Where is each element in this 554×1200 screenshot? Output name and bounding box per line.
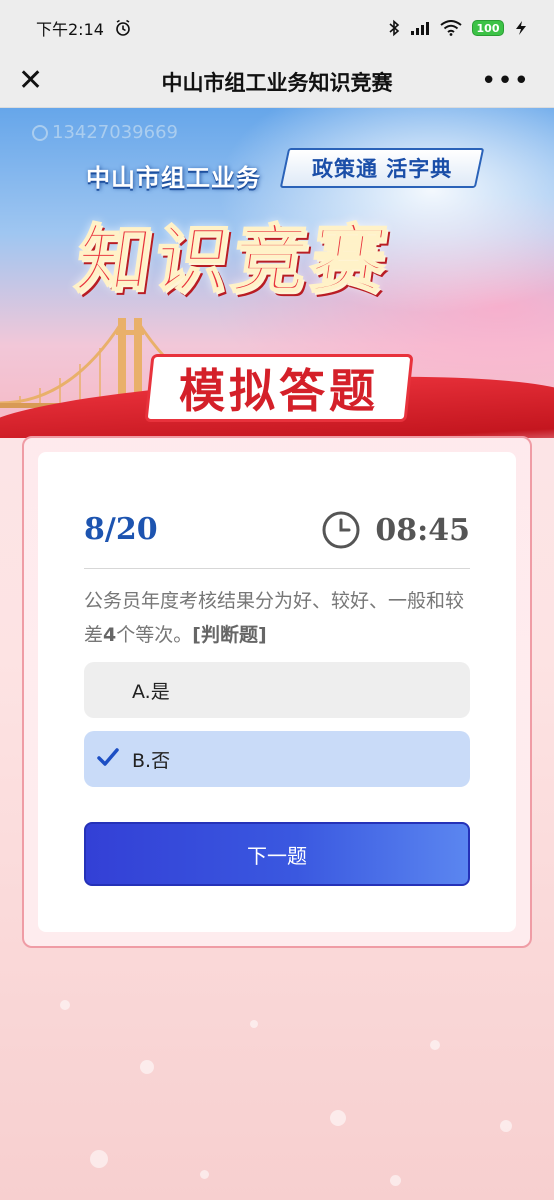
sparkle <box>430 1040 440 1050</box>
option-b[interactable]: B.否 <box>84 731 470 787</box>
checkmark-icon <box>97 748 119 766</box>
bluetooth-icon <box>389 19 400 37</box>
banner-tag-text: 模拟答题 <box>179 364 379 418</box>
sparkle <box>390 1175 401 1186</box>
close-icon[interactable]: ✕ <box>18 66 43 96</box>
sparkle <box>200 1170 209 1179</box>
status-time: 下午2:14 <box>36 20 104 39</box>
banner-badge-text: 政策通 活字典 <box>311 157 453 181</box>
user-icon <box>32 124 48 141</box>
banner-subtitle: 中山市组工业务 <box>86 164 261 192</box>
charging-icon <box>516 21 526 35</box>
wifi-icon <box>440 20 462 36</box>
timer-value: 08:45 <box>375 512 470 548</box>
question-progress: 8/20 <box>84 512 158 547</box>
page-title: 中山市组工业务知识竞赛 <box>161 70 393 95</box>
banner: 13427039669 中山市组工业务 政策通 活字典 知识竞赛 模拟答题 <box>0 108 554 438</box>
sparkle <box>140 1060 154 1074</box>
user-phone: 13427039669 <box>32 122 178 143</box>
banner-main-title: 知识竞赛 <box>70 216 396 304</box>
sparkle <box>60 1000 70 1010</box>
divider <box>84 568 470 569</box>
status-bar: 下午2:14 100 <box>0 0 554 56</box>
question-part2: 个等次。 <box>116 624 193 646</box>
more-icon[interactable]: ••• <box>481 66 530 96</box>
phone-number: 13427039669 <box>52 122 178 143</box>
sparkle <box>500 1120 512 1132</box>
question-type: [判断题] <box>192 624 267 646</box>
banner-badge: 政策通 活字典 <box>279 148 485 188</box>
option-b-label: B.否 <box>132 749 171 772</box>
option-a[interactable]: A.是 <box>84 662 470 718</box>
question-text: 公务员年度考核结果分为好、较好、一般和较差4个等次。[判断题] <box>84 584 472 652</box>
clock-icon <box>322 511 360 549</box>
alarm-icon <box>116 19 130 36</box>
question-number: 4 <box>103 624 117 646</box>
next-question-button[interactable]: 下一题 <box>84 822 470 886</box>
title-bar: ✕ 中山市组工业务知识竞赛 ••• <box>0 56 554 108</box>
battery-icon: 100 <box>472 20 504 36</box>
option-a-label: A.是 <box>132 680 170 703</box>
sparkle <box>250 1020 258 1028</box>
timer: 08:45 <box>321 510 470 550</box>
sparkle <box>330 1110 346 1126</box>
signal-icon <box>411 22 429 35</box>
sparkle <box>90 1150 108 1168</box>
banner-tag: 模拟答题 <box>144 354 414 422</box>
